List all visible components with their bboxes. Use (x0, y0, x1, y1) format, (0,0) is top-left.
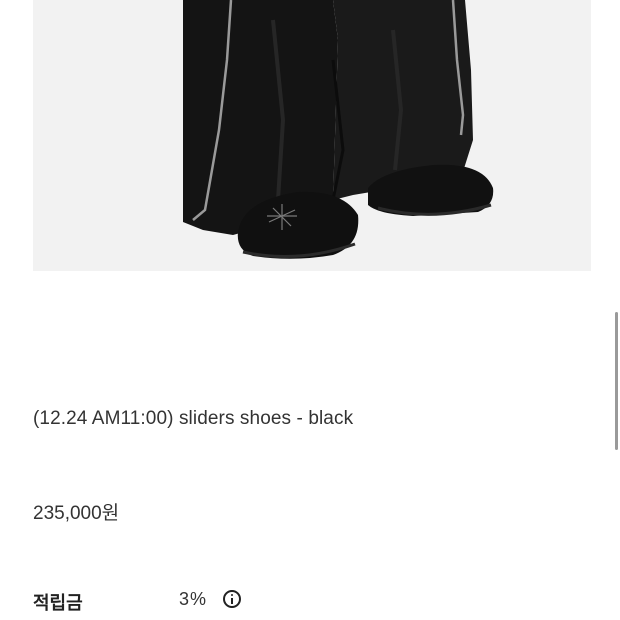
product-photo (33, 0, 591, 271)
product-price: 235,000원 (33, 503, 120, 524)
points-label: 적립금 (33, 593, 83, 613)
product-detail-page: (12.24 AM11:00) sliders shoes - black 23… (0, 0, 620, 620)
info-icon[interactable] (223, 590, 241, 608)
points-row: 적립금 3% (33, 589, 593, 615)
scrollbar-thumb[interactable] (615, 312, 618, 450)
scrollbar[interactable] (614, 0, 620, 620)
product-title: (12.24 AM11:00) sliders shoes - black (33, 408, 354, 429)
points-value: 3% (179, 589, 208, 609)
product-image[interactable] (33, 0, 591, 271)
